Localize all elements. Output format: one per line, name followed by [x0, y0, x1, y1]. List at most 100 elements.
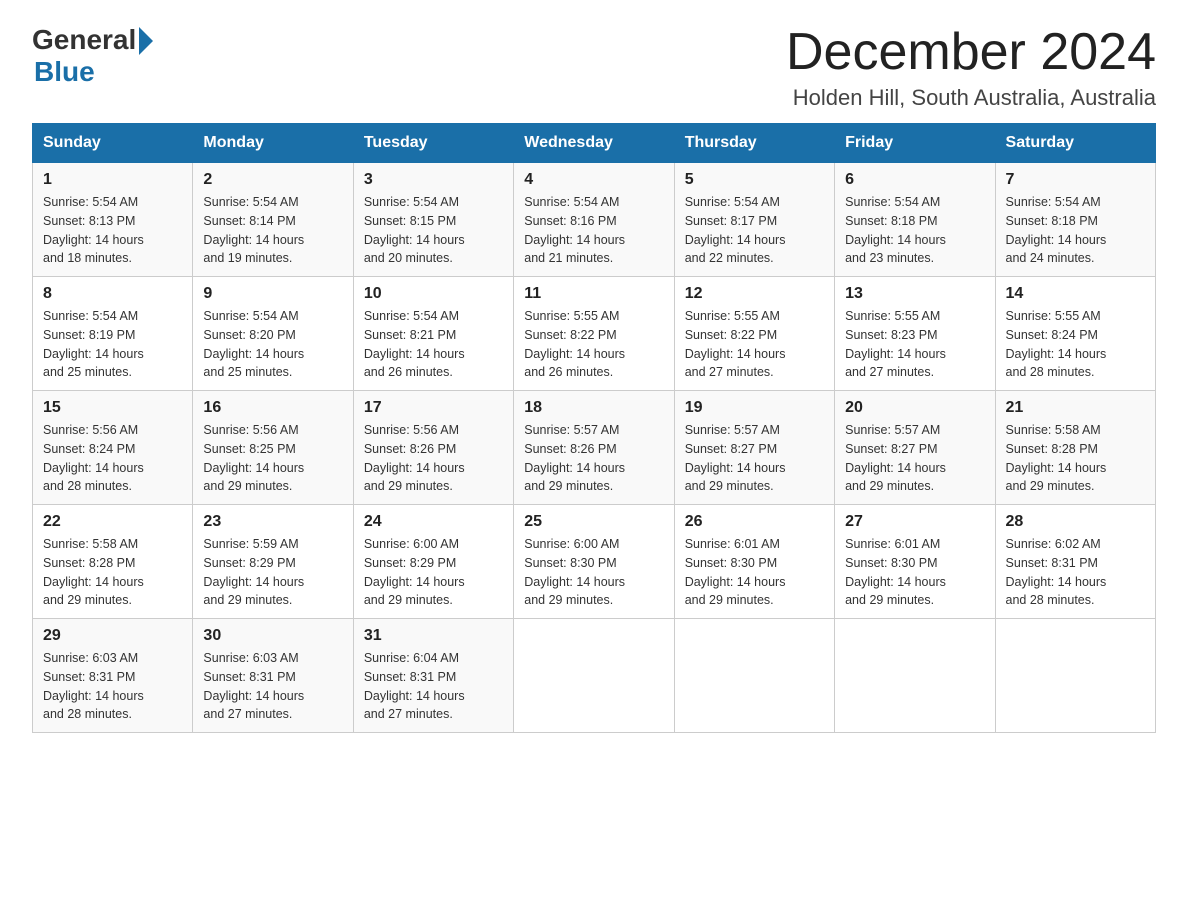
col-sunday: Sunday	[33, 124, 193, 163]
table-row: 14 Sunrise: 5:55 AM Sunset: 8:24 PM Dayl…	[995, 277, 1155, 391]
day-info: Sunrise: 5:56 AM Sunset: 8:26 PM Dayligh…	[364, 421, 503, 496]
day-number: 27	[845, 513, 984, 531]
day-number: 2	[203, 171, 342, 189]
calendar-week-row: 22 Sunrise: 5:58 AM Sunset: 8:28 PM Dayl…	[33, 505, 1156, 619]
calendar-week-row: 1 Sunrise: 5:54 AM Sunset: 8:13 PM Dayli…	[33, 163, 1156, 277]
table-row: 24 Sunrise: 6:00 AM Sunset: 8:29 PM Dayl…	[353, 505, 513, 619]
logo-arrow-icon	[139, 27, 153, 55]
calendar-header-row: Sunday Monday Tuesday Wednesday Thursday…	[33, 124, 1156, 163]
col-friday: Friday	[835, 124, 995, 163]
day-number: 10	[364, 285, 503, 303]
logo-blue-text: Blue	[34, 56, 153, 88]
day-number: 4	[524, 171, 663, 189]
calendar-week-row: 29 Sunrise: 6:03 AM Sunset: 8:31 PM Dayl…	[33, 619, 1156, 733]
day-number: 17	[364, 399, 503, 417]
table-row: 23 Sunrise: 5:59 AM Sunset: 8:29 PM Dayl…	[193, 505, 353, 619]
table-row	[995, 619, 1155, 733]
col-wednesday: Wednesday	[514, 124, 674, 163]
day-number: 16	[203, 399, 342, 417]
day-info: Sunrise: 6:04 AM Sunset: 8:31 PM Dayligh…	[364, 649, 503, 724]
day-number: 18	[524, 399, 663, 417]
table-row: 27 Sunrise: 6:01 AM Sunset: 8:30 PM Dayl…	[835, 505, 995, 619]
day-info: Sunrise: 5:54 AM Sunset: 8:15 PM Dayligh…	[364, 193, 503, 268]
table-row: 4 Sunrise: 5:54 AM Sunset: 8:16 PM Dayli…	[514, 163, 674, 277]
day-info: Sunrise: 5:55 AM Sunset: 8:23 PM Dayligh…	[845, 307, 984, 382]
table-row: 2 Sunrise: 5:54 AM Sunset: 8:14 PM Dayli…	[193, 163, 353, 277]
table-row: 9 Sunrise: 5:54 AM Sunset: 8:20 PM Dayli…	[193, 277, 353, 391]
day-info: Sunrise: 5:54 AM Sunset: 8:20 PM Dayligh…	[203, 307, 342, 382]
day-info: Sunrise: 6:01 AM Sunset: 8:30 PM Dayligh…	[845, 535, 984, 610]
table-row: 29 Sunrise: 6:03 AM Sunset: 8:31 PM Dayl…	[33, 619, 193, 733]
calendar-week-row: 15 Sunrise: 5:56 AM Sunset: 8:24 PM Dayl…	[33, 391, 1156, 505]
day-number: 30	[203, 627, 342, 645]
day-info: Sunrise: 5:55 AM Sunset: 8:22 PM Dayligh…	[685, 307, 824, 382]
day-info: Sunrise: 5:54 AM Sunset: 8:17 PM Dayligh…	[685, 193, 824, 268]
day-number: 26	[685, 513, 824, 531]
day-number: 11	[524, 285, 663, 303]
table-row: 22 Sunrise: 5:58 AM Sunset: 8:28 PM Dayl…	[33, 505, 193, 619]
day-number: 19	[685, 399, 824, 417]
day-info: Sunrise: 6:00 AM Sunset: 8:29 PM Dayligh…	[364, 535, 503, 610]
day-number: 20	[845, 399, 984, 417]
day-info: Sunrise: 5:54 AM Sunset: 8:19 PM Dayligh…	[43, 307, 182, 382]
day-number: 24	[364, 513, 503, 531]
table-row: 16 Sunrise: 5:56 AM Sunset: 8:25 PM Dayl…	[193, 391, 353, 505]
day-info: Sunrise: 6:03 AM Sunset: 8:31 PM Dayligh…	[43, 649, 182, 724]
table-row: 26 Sunrise: 6:01 AM Sunset: 8:30 PM Dayl…	[674, 505, 834, 619]
day-info: Sunrise: 5:57 AM Sunset: 8:27 PM Dayligh…	[845, 421, 984, 496]
day-info: Sunrise: 5:58 AM Sunset: 8:28 PM Dayligh…	[1006, 421, 1145, 496]
day-info: Sunrise: 5:54 AM Sunset: 8:14 PM Dayligh…	[203, 193, 342, 268]
day-info: Sunrise: 6:00 AM Sunset: 8:30 PM Dayligh…	[524, 535, 663, 610]
title-block: December 2024 Holden Hill, South Austral…	[786, 24, 1156, 111]
col-monday: Monday	[193, 124, 353, 163]
table-row: 10 Sunrise: 5:54 AM Sunset: 8:21 PM Dayl…	[353, 277, 513, 391]
col-saturday: Saturday	[995, 124, 1155, 163]
table-row: 15 Sunrise: 5:56 AM Sunset: 8:24 PM Dayl…	[33, 391, 193, 505]
day-number: 9	[203, 285, 342, 303]
day-number: 21	[1006, 399, 1145, 417]
table-row: 20 Sunrise: 5:57 AM Sunset: 8:27 PM Dayl…	[835, 391, 995, 505]
day-number: 22	[43, 513, 182, 531]
day-number: 29	[43, 627, 182, 645]
table-row: 5 Sunrise: 5:54 AM Sunset: 8:17 PM Dayli…	[674, 163, 834, 277]
table-row: 19 Sunrise: 5:57 AM Sunset: 8:27 PM Dayl…	[674, 391, 834, 505]
table-row: 31 Sunrise: 6:04 AM Sunset: 8:31 PM Dayl…	[353, 619, 513, 733]
table-row: 17 Sunrise: 5:56 AM Sunset: 8:26 PM Dayl…	[353, 391, 513, 505]
logo: General Blue	[32, 24, 153, 88]
table-row: 18 Sunrise: 5:57 AM Sunset: 8:26 PM Dayl…	[514, 391, 674, 505]
col-tuesday: Tuesday	[353, 124, 513, 163]
day-number: 23	[203, 513, 342, 531]
table-row: 6 Sunrise: 5:54 AM Sunset: 8:18 PM Dayli…	[835, 163, 995, 277]
day-info: Sunrise: 5:56 AM Sunset: 8:24 PM Dayligh…	[43, 421, 182, 496]
day-number: 1	[43, 171, 182, 189]
day-number: 28	[1006, 513, 1145, 531]
table-row: 3 Sunrise: 5:54 AM Sunset: 8:15 PM Dayli…	[353, 163, 513, 277]
day-info: Sunrise: 5:55 AM Sunset: 8:22 PM Dayligh…	[524, 307, 663, 382]
day-info: Sunrise: 6:03 AM Sunset: 8:31 PM Dayligh…	[203, 649, 342, 724]
table-row: 13 Sunrise: 5:55 AM Sunset: 8:23 PM Dayl…	[835, 277, 995, 391]
page-header: General Blue December 2024 Holden Hill, …	[32, 24, 1156, 111]
day-number: 12	[685, 285, 824, 303]
day-info: Sunrise: 6:02 AM Sunset: 8:31 PM Dayligh…	[1006, 535, 1145, 610]
day-number: 31	[364, 627, 503, 645]
day-info: Sunrise: 5:59 AM Sunset: 8:29 PM Dayligh…	[203, 535, 342, 610]
day-info: Sunrise: 5:58 AM Sunset: 8:28 PM Dayligh…	[43, 535, 182, 610]
day-number: 3	[364, 171, 503, 189]
table-row: 12 Sunrise: 5:55 AM Sunset: 8:22 PM Dayl…	[674, 277, 834, 391]
day-info: Sunrise: 5:57 AM Sunset: 8:27 PM Dayligh…	[685, 421, 824, 496]
calendar-table: Sunday Monday Tuesday Wednesday Thursday…	[32, 123, 1156, 733]
table-row	[835, 619, 995, 733]
day-info: Sunrise: 5:54 AM Sunset: 8:21 PM Dayligh…	[364, 307, 503, 382]
table-row: 1 Sunrise: 5:54 AM Sunset: 8:13 PM Dayli…	[33, 163, 193, 277]
day-number: 14	[1006, 285, 1145, 303]
day-number: 15	[43, 399, 182, 417]
table-row	[514, 619, 674, 733]
table-row	[674, 619, 834, 733]
table-row: 30 Sunrise: 6:03 AM Sunset: 8:31 PM Dayl…	[193, 619, 353, 733]
day-number: 6	[845, 171, 984, 189]
day-info: Sunrise: 5:54 AM Sunset: 8:16 PM Dayligh…	[524, 193, 663, 268]
day-number: 7	[1006, 171, 1145, 189]
table-row: 28 Sunrise: 6:02 AM Sunset: 8:31 PM Dayl…	[995, 505, 1155, 619]
day-number: 5	[685, 171, 824, 189]
table-row: 25 Sunrise: 6:00 AM Sunset: 8:30 PM Dayl…	[514, 505, 674, 619]
